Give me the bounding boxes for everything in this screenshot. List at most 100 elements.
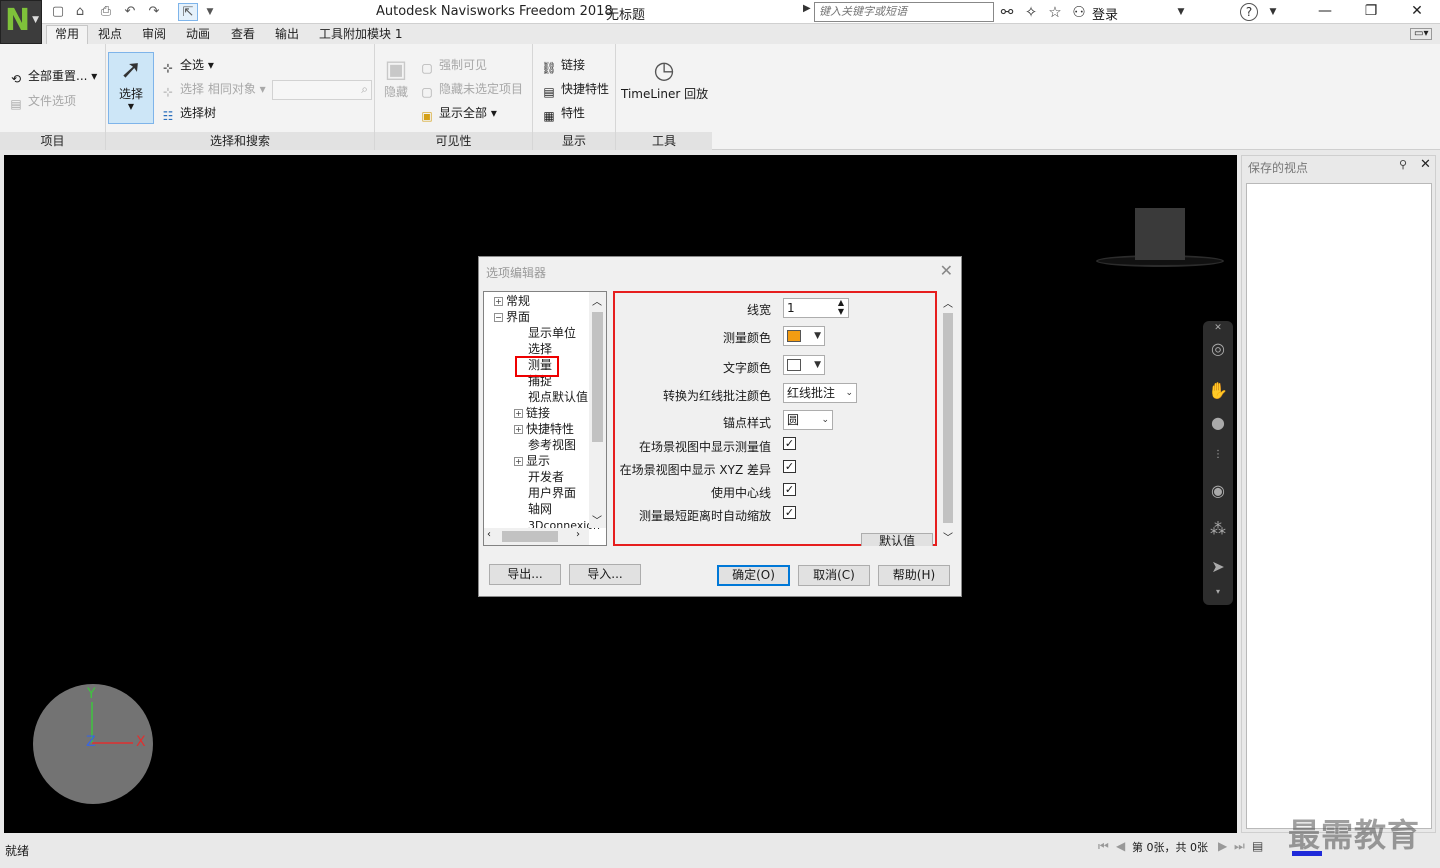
close-icon[interactable]: ✕: [1420, 157, 1431, 172]
orbit-icon[interactable]: ⋮: [1208, 445, 1228, 465]
scroll-thumb[interactable]: [592, 312, 603, 442]
reset-all-button[interactable]: ⟲ 全部重置... ▾: [8, 68, 97, 87]
tab-output[interactable]: 输出: [275, 26, 299, 44]
close-window-icon[interactable]: ✕: [1394, 0, 1440, 24]
select-button[interactable]: ➚ 选择 ▼: [108, 52, 154, 124]
binoculars-icon[interactable]: ⚯: [996, 3, 1018, 21]
center-line-checkbox[interactable]: ✓: [783, 483, 796, 496]
collapse-icon[interactable]: −: [494, 313, 503, 322]
quick-access-dropdown-icon[interactable]: ▼: [200, 3, 220, 21]
subscription-icon[interactable]: ✧: [1020, 3, 1042, 21]
tree-item-reference-views[interactable]: 参考视图: [528, 438, 576, 453]
file-options-button[interactable]: ▤ 文件选项: [8, 93, 76, 112]
tree-item-user-interface[interactable]: 用户界面: [528, 486, 576, 501]
show-xyz-checkbox[interactable]: ✓: [783, 460, 796, 473]
undo-icon[interactable]: ↶: [120, 3, 140, 21]
export-button[interactable]: 导出...: [489, 564, 561, 585]
steeringwheel-icon[interactable]: ◎: [1208, 339, 1228, 359]
measure-color-picker[interactable]: ▼: [783, 326, 825, 346]
cancel-button[interactable]: 取消(C): [798, 565, 870, 586]
scroll-down-icon[interactable]: ﹀: [592, 512, 602, 527]
tree-item-grid[interactable]: 轴网: [528, 502, 552, 517]
print-icon[interactable]: ⎙: [96, 3, 116, 21]
tab-view[interactable]: 查看: [231, 26, 255, 44]
login-dropdown-icon[interactable]: ▼: [1170, 3, 1192, 21]
tree-item-display-units[interactable]: 显示单位: [528, 326, 576, 341]
hide-unselected-button[interactable]: ▢ 隐藏未选定项目: [419, 81, 523, 100]
defaults-button[interactable]: 默认值: [861, 533, 933, 546]
scroll-right-icon[interactable]: ›: [576, 529, 580, 540]
navbar-menu-icon[interactable]: ▾: [1208, 587, 1228, 597]
viewcube[interactable]: [1135, 208, 1185, 260]
show-measure-checkbox[interactable]: ✓: [783, 437, 796, 450]
ribbon-options-icon[interactable]: ▭▾: [1410, 28, 1433, 40]
login-link[interactable]: 登录: [1092, 4, 1118, 23]
tree-item-display[interactable]: + 显示: [514, 454, 550, 469]
help-button[interactable]: 帮助(H): [878, 565, 950, 586]
tree-scrollbar-horizontal[interactable]: ‹ ›: [484, 528, 589, 545]
properties-button[interactable]: ▦ 特性: [541, 105, 585, 124]
select-all-button[interactable]: ⊹ 全选 ▾: [160, 57, 214, 76]
scroll-down-icon[interactable]: ﹀: [943, 529, 953, 544]
force-visible-button[interactable]: ▢ 强制可见: [419, 57, 487, 76]
sheet-browser-icon[interactable]: ▤: [1252, 839, 1263, 853]
restore-icon[interactable]: ❐: [1348, 0, 1394, 24]
tree-item-interface[interactable]: − 界面: [494, 310, 530, 325]
tab-viewpoint[interactable]: 视点: [98, 26, 122, 44]
line-width-stepper[interactable]: 1 ▲ ▼: [783, 298, 849, 318]
search-expand-icon[interactable]: ▶: [803, 3, 811, 14]
links-button[interactable]: ⛓ 链接: [541, 57, 585, 76]
import-button[interactable]: 导入...: [569, 564, 641, 585]
prev-page-icon[interactable]: ◀: [1116, 839, 1125, 853]
app-menu-button[interactable]: N ▼: [0, 0, 42, 44]
user-icon[interactable]: ⚇: [1068, 3, 1090, 21]
text-color-picker[interactable]: ▼: [783, 355, 825, 375]
pan-hand-icon[interactable]: ✋: [1208, 381, 1228, 401]
tree-item-general[interactable]: + 常规: [494, 294, 530, 309]
favorite-star-icon[interactable]: ☆: [1044, 3, 1066, 21]
hide-button[interactable]: ▣ 隐藏: [381, 54, 411, 100]
expand-icon[interactable]: +: [494, 297, 503, 306]
settings-scrollbar[interactable]: ︿ ﹀: [941, 293, 955, 545]
look-around-icon[interactable]: ◉: [1208, 481, 1228, 501]
scroll-left-icon[interactable]: ‹: [487, 529, 491, 540]
scroll-up-icon[interactable]: ︿: [943, 295, 953, 310]
show-all-button[interactable]: ▣ 显示全部 ▾: [419, 105, 497, 124]
saved-viewpoints-list[interactable]: [1246, 183, 1432, 829]
select-mode-icon[interactable]: ⇱: [178, 3, 198, 21]
tree-scrollbar-vertical[interactable]: ︿ ﹀: [589, 292, 606, 528]
options-tree[interactable]: + 常规 − 界面 显示单位 选择 测量 捕捉 视点默认值 + 链接 + 快捷特性 参考…: [483, 291, 607, 546]
select-same-button[interactable]: ⊹ 选择 相同对象 ▾: [160, 81, 266, 100]
tree-item-viewpoint-defaults[interactable]: 视点默认值: [528, 390, 588, 405]
zoom-icon[interactable]: ●: [1208, 413, 1228, 433]
help-icon[interactable]: ?: [1240, 3, 1258, 21]
quick-find-input[interactable]: ⌕: [272, 80, 372, 100]
walk-footprints-icon[interactable]: ⁂: [1208, 519, 1228, 539]
expand-icon[interactable]: +: [514, 425, 523, 434]
open-file-icon[interactable]: ⌂: [70, 3, 90, 21]
tab-review[interactable]: 审阅: [142, 26, 166, 44]
select-tree-button[interactable]: ☷ 选择树: [160, 105, 216, 124]
redline-color-select[interactable]: 红线批注 ⌄: [783, 383, 857, 403]
expand-icon[interactable]: +: [514, 457, 523, 466]
close-icon[interactable]: ✕: [1208, 323, 1228, 333]
redo-icon[interactable]: ↷: [144, 3, 164, 21]
timeliner-button[interactable]: ◷ TimeLiner 回放: [621, 54, 708, 102]
next-page-icon[interactable]: ▶: [1218, 839, 1227, 853]
last-page-icon[interactable]: ⏭: [1234, 839, 1245, 854]
scroll-thumb[interactable]: [943, 313, 953, 523]
pin-icon[interactable]: ⚲: [1399, 158, 1407, 171]
new-file-icon[interactable]: ▢: [48, 3, 68, 21]
tab-addins[interactable]: 工具附加模块 1: [319, 26, 402, 44]
scroll-thumb[interactable]: [502, 531, 558, 542]
tree-item-quick-properties[interactable]: + 快捷特性: [514, 422, 574, 437]
scroll-up-icon[interactable]: ︿: [592, 293, 602, 308]
tree-item-selection[interactable]: 选择: [528, 342, 552, 357]
close-icon[interactable]: ✕: [940, 261, 953, 280]
search-input[interactable]: [814, 2, 994, 22]
anchor-style-select[interactable]: 圆 ⌄: [783, 410, 833, 430]
spin-arrows-icon[interactable]: ▲ ▼: [835, 298, 847, 316]
ok-button[interactable]: 确定(O): [717, 565, 790, 586]
tree-item-links[interactable]: + 链接: [514, 406, 550, 421]
first-page-icon[interactable]: ⏮: [1098, 839, 1109, 854]
